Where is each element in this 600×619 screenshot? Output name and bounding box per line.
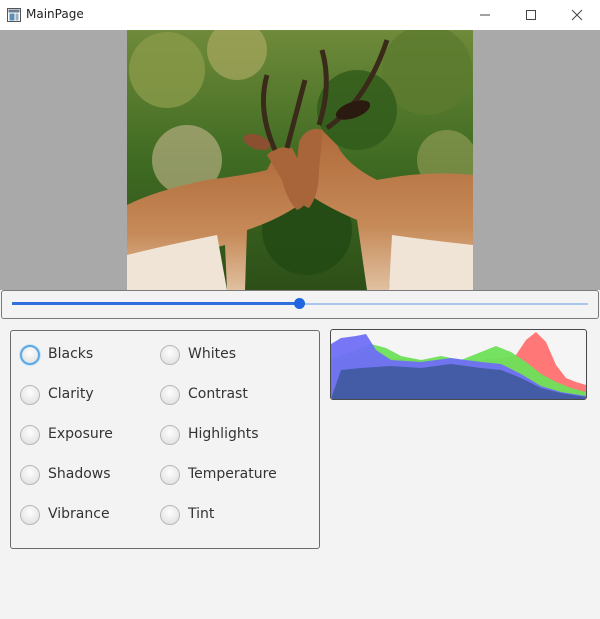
radio-button[interactable]: [20, 465, 40, 485]
radio-button[interactable]: [160, 465, 180, 485]
maximize-icon: [526, 10, 536, 20]
minimize-button[interactable]: [462, 0, 508, 30]
radio-button[interactable]: [160, 505, 180, 525]
radio-button[interactable]: [160, 385, 180, 405]
title-bar: MainPage: [0, 0, 600, 31]
option-label: Tint: [188, 506, 215, 522]
slider-fill: [12, 302, 300, 305]
image-view-area: [0, 30, 600, 290]
option-label: Contrast: [188, 386, 248, 402]
radio-button[interactable]: [20, 345, 40, 365]
antelope-photo: [127, 30, 473, 290]
option-label: Temperature: [188, 466, 277, 482]
radio-button[interactable]: [20, 425, 40, 445]
radio-button[interactable]: [20, 385, 40, 405]
adjustment-slider[interactable]: [1, 290, 599, 319]
option-label: Clarity: [48, 386, 94, 402]
app-window-icon: [7, 8, 21, 22]
option-label: Blacks: [48, 346, 94, 362]
radio-button[interactable]: [20, 505, 40, 525]
maximize-button[interactable]: [508, 0, 554, 30]
option-label: Shadows: [48, 466, 111, 482]
minimize-icon: [480, 14, 490, 16]
window-title: MainPage: [26, 7, 84, 21]
option-label: Vibrance: [48, 506, 110, 522]
option-label: Exposure: [48, 426, 113, 442]
radio-button[interactable]: [160, 425, 180, 445]
close-icon: [571, 9, 583, 21]
slider-thumb[interactable]: [294, 298, 305, 309]
close-button[interactable]: [554, 0, 600, 30]
option-label: Whites: [188, 346, 237, 362]
adjustment-options-panel: Blacks Whites Clarity Contrast Exposure …: [10, 330, 320, 549]
radio-button[interactable]: [160, 345, 180, 365]
option-label: Highlights: [188, 426, 259, 442]
color-histogram: [330, 329, 587, 400]
